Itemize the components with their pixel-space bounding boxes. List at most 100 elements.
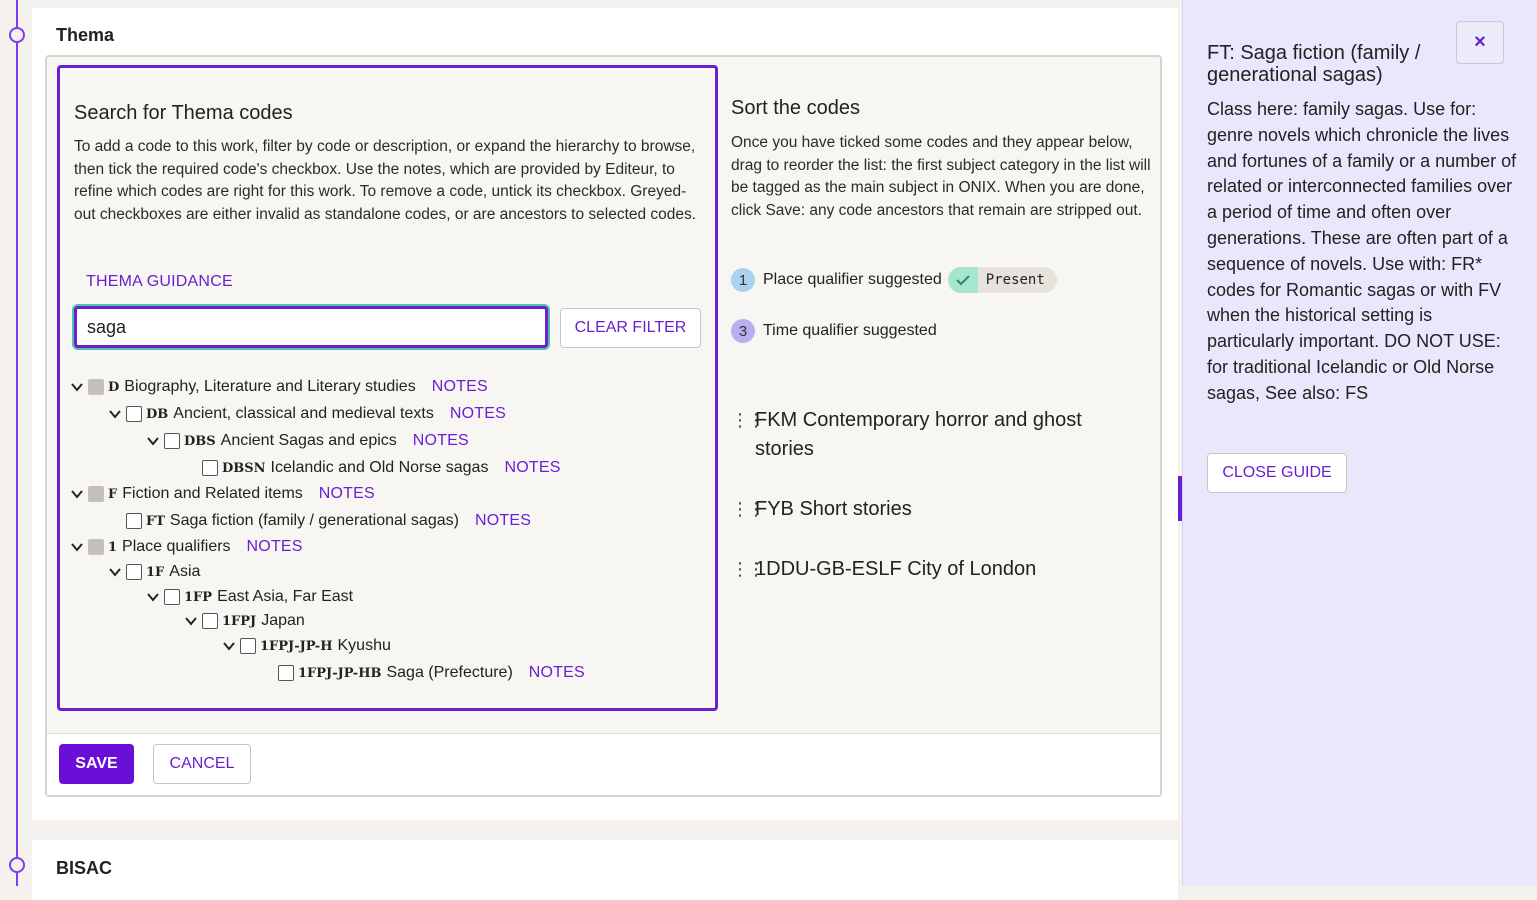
tree-desc: Saga (Prefecture) — [386, 664, 513, 681]
chevron-down-icon[interactable] — [146, 434, 160, 448]
tree-node-1FPJ: 1FPJ Japan — [184, 609, 305, 633]
section-title-bisac: BISAC — [56, 858, 113, 878]
tree-node-D: D Biography, Literature and Literary stu… — [70, 375, 488, 399]
filter-input[interactable] — [74, 306, 548, 348]
guide-body: Class here: family sagas. Use for: genre… — [1207, 99, 1517, 403]
clear-filter-button[interactable]: CLEAR FILTER — [560, 308, 701, 348]
chevron-down-icon[interactable] — [70, 380, 84, 394]
drag-handle-icon[interactable]: ⋮⋮ — [731, 555, 765, 584]
sort-item[interactable]: ⋮⋮ FKM Contemporary horror and ghost sto… — [731, 406, 1131, 464]
tree-desc: Icelandic and Old Norse sagas — [270, 459, 489, 476]
chevron-down-icon[interactable] — [108, 407, 122, 421]
timeline-line — [16, 0, 18, 886]
timeline-dot-thema — [9, 27, 25, 43]
chevron-down-icon[interactable] — [108, 565, 122, 579]
tree-desc: Asia — [169, 563, 201, 580]
tree-desc: Place qualifiers — [122, 538, 231, 555]
drag-handle-icon[interactable]: ⋮⋮ — [731, 406, 765, 464]
tree-node-1: 1 Place qualifiers NOTES — [70, 535, 303, 559]
sort-item[interactable]: ⋮⋮ FYB Short stories — [731, 495, 1131, 524]
sort-description: Once you have ticked some codes and they… — [731, 134, 1151, 219]
tree-checkbox[interactable] — [240, 638, 256, 654]
tree-checkbox — [88, 539, 104, 555]
tree-desc: Ancient, classical and medieval texts — [173, 405, 434, 422]
tree-node-1FPJ-JP-H: 1FPJ-JP-H Kyushu — [222, 634, 391, 658]
qualifier-label: Time qualifier suggested — [763, 322, 937, 339]
save-button[interactable]: SAVE — [59, 744, 134, 784]
tree-checkbox[interactable] — [126, 513, 142, 529]
notes-link[interactable]: NOTES — [319, 485, 375, 503]
tree-checkbox — [88, 486, 104, 502]
tree-checkbox — [88, 379, 104, 395]
tree-code: 1 — [108, 539, 118, 555]
tree-code: 1FPJ-JP-H — [260, 638, 333, 654]
sort-item-label: FKM Contemporary horror and ghost storie… — [755, 409, 1082, 460]
tree-checkbox[interactable] — [164, 589, 180, 605]
tree-node-F: F Fiction and Related items NOTES — [70, 482, 375, 506]
notes-link[interactable]: NOTES — [450, 405, 506, 423]
notes-link[interactable]: NOTES — [432, 378, 488, 396]
tree-code: 1FPJ-JP-HB — [298, 665, 382, 681]
qualifier-number-badge: 3 — [731, 319, 755, 343]
tree-node-1F: 1F Asia — [108, 560, 200, 584]
guide-title: FT: Saga fiction (family / generational … — [1207, 42, 1421, 86]
qualifier-number-badge: 1 — [731, 268, 755, 292]
tree-code: 1FPJ — [222, 613, 257, 629]
qualifier-label: Place qualifier suggested — [763, 271, 942, 288]
tree-code: 1F — [146, 564, 165, 580]
tree-node-1FP: 1FP East Asia, Far East — [146, 585, 353, 609]
thema-guidance-link[interactable]: THEMA GUIDANCE — [86, 273, 233, 291]
tree-node-1FPJ-JP-HB: 1FPJ-JP-HB Saga (Prefecture) NOTES — [278, 661, 585, 685]
tree-node-DBS: DBS Ancient Sagas and epics NOTES — [146, 429, 469, 453]
present-label: Present — [985, 272, 1045, 288]
place-qualifier-row: 1 Place qualifier suggested Present — [731, 267, 1057, 293]
time-qualifier-row: 3 Time qualifier suggested — [731, 319, 937, 343]
cancel-button[interactable]: CANCEL — [153, 744, 251, 784]
chevron-down-icon[interactable] — [70, 540, 84, 554]
notes-link[interactable]: NOTES — [413, 432, 469, 450]
tree-desc: Kyushu — [337, 637, 391, 654]
tree-code: DBSN — [222, 460, 266, 476]
close-icon[interactable]: × — [1456, 21, 1504, 64]
close-guide-button[interactable]: CLOSE GUIDE — [1207, 453, 1347, 493]
tree-desc: Ancient Sagas and epics — [220, 432, 397, 449]
search-heading: Search for Thema codes — [74, 102, 293, 124]
tree-desc: Saga fiction (family / generational saga… — [169, 512, 459, 529]
tree-code: DB — [146, 406, 169, 422]
bisac-section: BISAC — [32, 840, 1178, 900]
tree-checkbox[interactable] — [202, 613, 218, 629]
chevron-down-icon[interactable] — [184, 614, 198, 628]
thema-editor: Search for Thema codes To add a code to … — [45, 55, 1162, 797]
sort-item[interactable]: ⋮⋮ 1DDU-GB-ESLF City of London — [731, 555, 1131, 584]
chevron-down-icon[interactable] — [70, 487, 84, 501]
tree-code: 1FP — [184, 589, 213, 605]
notes-link[interactable]: NOTES — [247, 538, 303, 556]
tree-desc: Biography, Literature and Literary studi… — [124, 378, 416, 395]
notes-link[interactable]: NOTES — [529, 664, 585, 682]
tree-checkbox[interactable] — [126, 406, 142, 422]
tree-desc: East Asia, Far East — [217, 588, 354, 605]
tree-checkbox[interactable] — [126, 564, 142, 580]
sort-item-label: 1DDU-GB-ESLF City of London — [755, 558, 1037, 580]
tree-code: F — [108, 486, 118, 502]
notes-link[interactable]: NOTES — [475, 512, 531, 530]
timeline-dot-bisac — [9, 857, 25, 873]
notes-link[interactable]: NOTES — [504, 459, 560, 477]
tree-checkbox[interactable] — [202, 460, 218, 476]
chevron-down-icon[interactable] — [146, 590, 160, 604]
tree-checkbox[interactable] — [164, 433, 180, 449]
chevron-down-icon[interactable] — [222, 639, 236, 653]
section-title-thema: Thema — [56, 25, 115, 45]
drag-handle-icon[interactable]: ⋮⋮ — [731, 495, 765, 524]
sort-heading: Sort the codes — [731, 97, 860, 119]
tree-checkbox[interactable] — [278, 665, 294, 681]
tree-code: D — [108, 379, 120, 395]
tree-node-DBSN: DBSN Icelandic and Old Norse sagas NOTES — [202, 456, 561, 480]
thema-section: Thema Search for Thema codes To add a co… — [32, 8, 1178, 820]
sort-item-label: FYB Short stories — [755, 498, 912, 520]
check-icon — [947, 267, 978, 293]
search-panel: Search for Thema codes To add a code to … — [57, 65, 718, 711]
tree-code: FT — [146, 513, 165, 529]
present-chip: Present — [947, 267, 1057, 293]
tree-node-DB: DB Ancient, classical and medieval texts… — [108, 402, 506, 426]
